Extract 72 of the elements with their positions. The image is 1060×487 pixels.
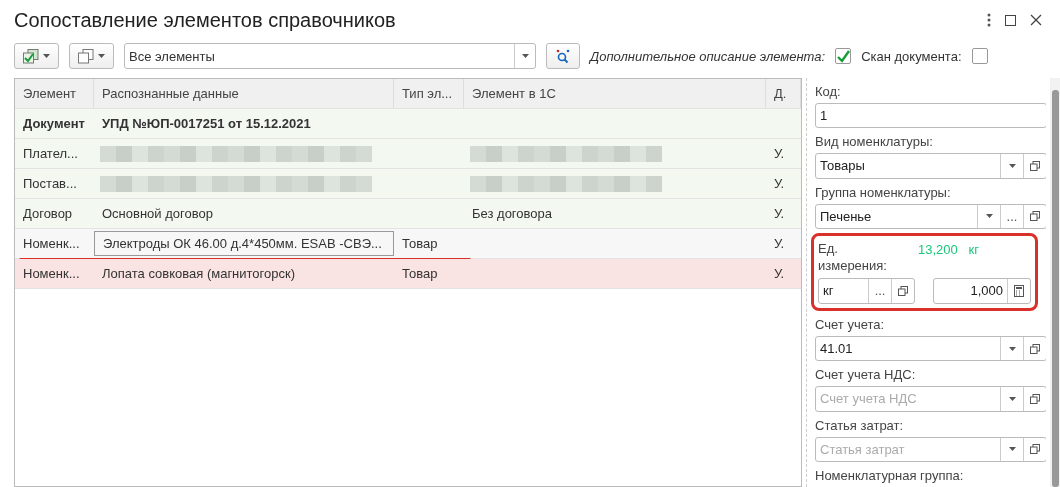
table-row[interactable]: Постав... У. [15, 169, 801, 199]
checkbox-label: Скан документа: [861, 48, 962, 64]
table-cell-text: Плател... [22, 145, 79, 163]
table-cell-text: Документ [22, 115, 86, 133]
table-row[interactable]: Номенк... Электроды ОК 46.00 д.4*450мм. ESAB -СВЭ... Товар У. [15, 229, 801, 259]
table-row[interactable]: Плател... У. [15, 139, 801, 169]
scrollbar[interactable] [1050, 78, 1060, 487]
field-label: Статья затрат: [815, 417, 905, 433]
open-icon [1030, 444, 1040, 455]
open-icon [898, 286, 909, 296]
window-title: Сопоставление элементов справочников [14, 8, 397, 32]
table-cell-text: Основной договор [101, 205, 214, 223]
caret-icon [1008, 396, 1016, 401]
search-icon [555, 48, 571, 64]
caret-icon [43, 54, 50, 58]
open-icon [1030, 393, 1040, 404]
table-cell-text: Номенк... [22, 265, 81, 283]
check-all-button[interactable] [14, 43, 59, 69]
table-cell-text: Номенк... [22, 235, 81, 253]
field-label: Ед. измерения: [818, 240, 888, 274]
table-cell-text: Лопата совковая (магнитогорск) [101, 265, 297, 283]
checkbox-label: Дополнительное описание элемента: [590, 48, 826, 64]
field-label: Номенклатурная группа: [815, 467, 965, 483]
field-label: Счет учета НДС: [815, 367, 917, 383]
caret-icon [1008, 346, 1016, 351]
table-cell-text: У. [773, 235, 786, 253]
caret-icon [98, 54, 105, 58]
close-icon[interactable] [1030, 14, 1042, 26]
caret-icon [1008, 447, 1016, 452]
table-cell-text: Договор [22, 205, 74, 223]
maximize-icon[interactable] [1005, 14, 1016, 26]
choose-button[interactable]: ... [1000, 204, 1023, 228]
table-row[interactable]: Документ УПД №ЮП-0017251 от 15.12.2021 [15, 109, 801, 139]
table-cell-text: У. [773, 145, 786, 163]
table-cell-text: Товар [401, 265, 439, 283]
calculator-icon [1014, 285, 1024, 297]
unit-field[interactable]: кг ... [818, 278, 916, 304]
table-cell-text: У. [773, 175, 786, 193]
open-icon [1030, 161, 1040, 171]
open-icon [1030, 343, 1040, 354]
table-row[interactable]: Договор Основной договор Без договора У. [15, 199, 801, 229]
table-row[interactable]: Номенк... Лопата совковая (магнитогорск) Товар У. [15, 259, 801, 289]
field-label: Группа номенклатуры: [815, 184, 952, 200]
caret-icon [521, 54, 529, 58]
checkbox[interactable] [835, 48, 852, 64]
field-label: Счет учета: [815, 317, 886, 332]
field-label: Код: [815, 84, 842, 99]
table-cell-text: УПД №ЮП-0017251 от 15.12.2021 [101, 115, 312, 133]
table-cell-text: У. [773, 205, 786, 223]
caret-icon [1008, 164, 1016, 168]
search-button[interactable] [546, 43, 580, 69]
field-label: Вид номенклатуры: [815, 134, 934, 150]
select-field[interactable]: Печенье ... [815, 203, 1046, 229]
table-cell-text: Без договора [471, 205, 553, 223]
table-cell-text: У. [773, 265, 786, 283]
open-icon [1030, 211, 1040, 222]
coefficient-field[interactable]: 1,000 [933, 278, 1031, 304]
table-cell-text: Постав... [22, 175, 78, 193]
select-field[interactable]: Товары [815, 153, 1046, 179]
choose-button[interactable]: ... [868, 279, 892, 303]
select-field[interactable]: 41.01 [815, 336, 1046, 362]
checkbox[interactable] [971, 48, 988, 64]
filter-select[interactable]: Все элементы [124, 43, 536, 69]
copy-button[interactable] [69, 43, 114, 69]
copies-icon [78, 48, 94, 64]
table-cell: Электроды ОК 46.00 д.4*450мм. ESAB -СВЭ... [94, 231, 394, 256]
more-icon[interactable] [987, 13, 991, 27]
table-cell-text: Товар [401, 235, 439, 253]
caret-icon [985, 214, 993, 219]
input-field[interactable]: 1 [815, 103, 1046, 129]
checkboxes-icon [23, 48, 39, 64]
quantity-text: 13,200 кг [918, 242, 980, 259]
